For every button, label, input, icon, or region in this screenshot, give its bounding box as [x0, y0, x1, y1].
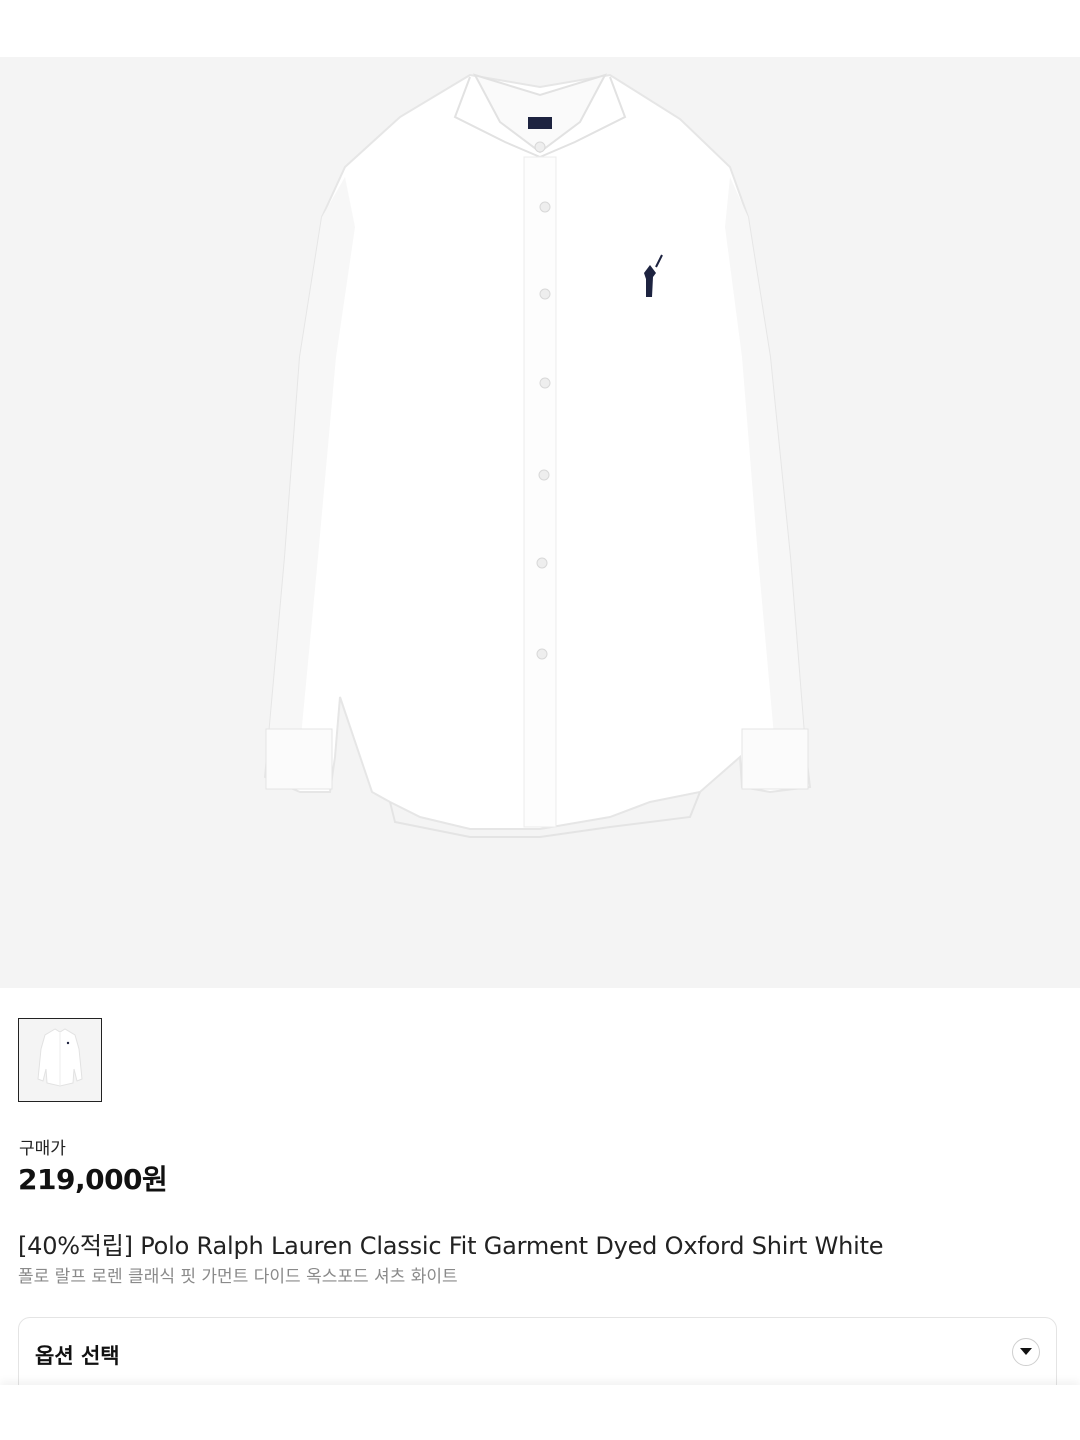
- option-select-label: 옵션 선택: [35, 1344, 120, 1368]
- product-subtitle: 폴로 랄프 로렌 클래식 핏 가먼트 다이드 옥스포드 셔츠 화이트: [18, 1267, 458, 1287]
- chevron-down-icon[interactable]: [1012, 1338, 1040, 1366]
- top-bar: [0, 0, 1080, 57]
- thumbnail-image[interactable]: [18, 1018, 102, 1102]
- price-label: 구매가: [19, 1139, 66, 1159]
- product-price: 219,000원: [18, 1163, 168, 1196]
- product-main-image[interactable]: [0, 57, 1080, 988]
- thumbnail-shirt: [37, 1028, 83, 1087]
- product-title: [40%적립] Polo Ralph Lauren Classic Fit Ga…: [18, 1232, 884, 1260]
- bottom-action-bar: [0, 1385, 1080, 1440]
- shirt-illustration: [263, 73, 812, 838]
